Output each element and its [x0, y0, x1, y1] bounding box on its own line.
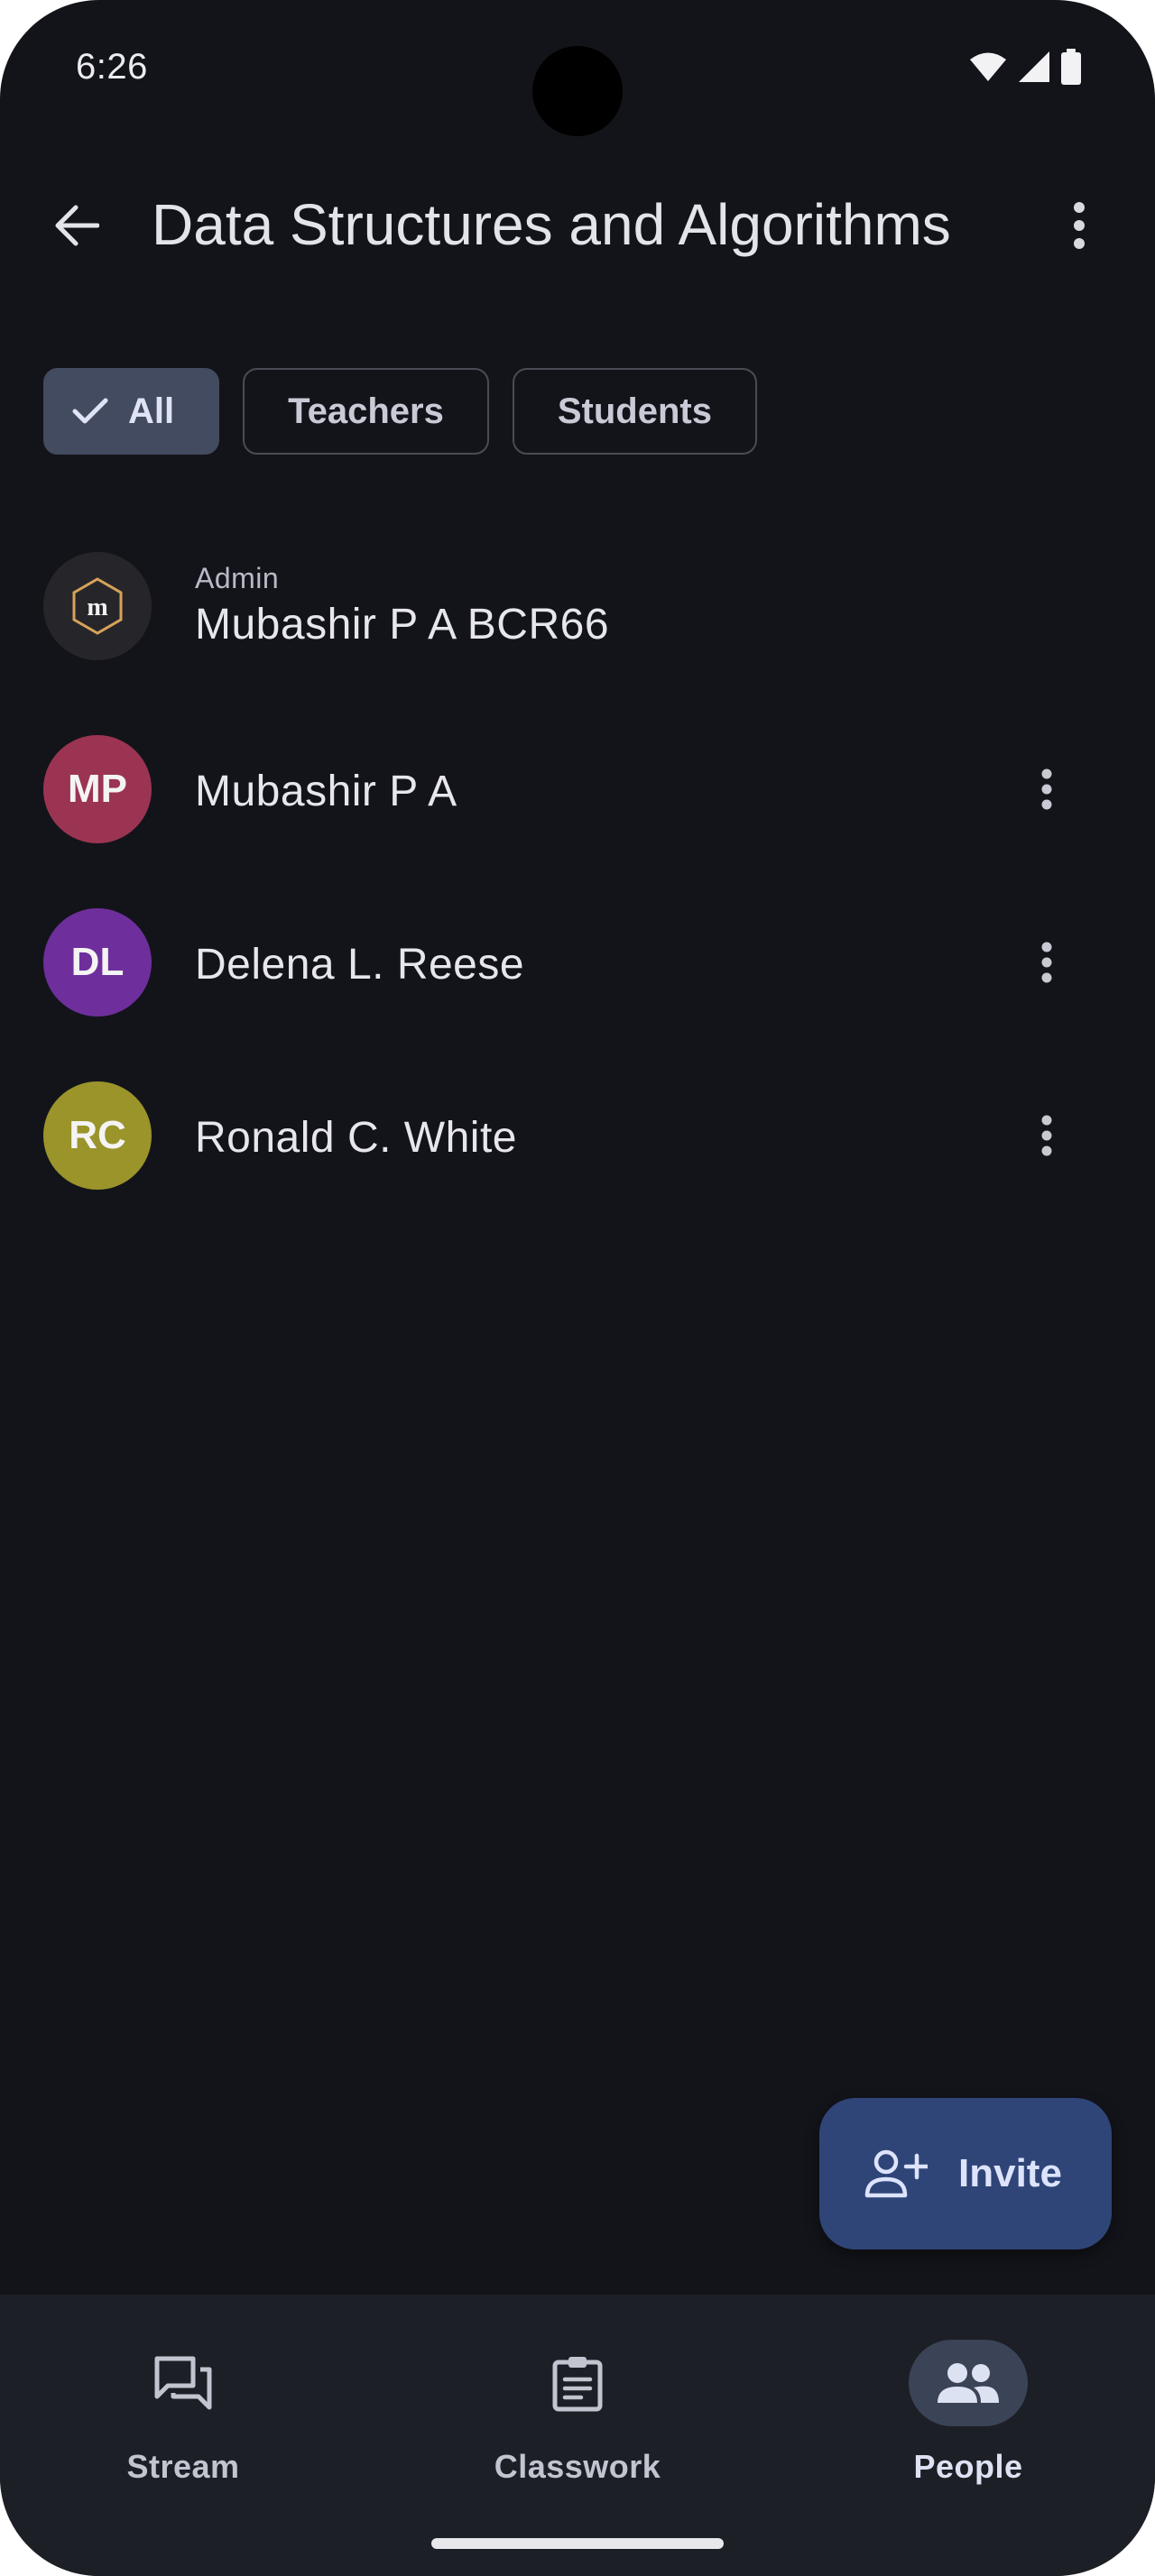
svg-text:m: m: [87, 593, 107, 621]
chip-students[interactable]: Students: [512, 368, 757, 455]
chip-label: Teachers: [288, 391, 444, 431]
person-menu-button[interactable]: [1011, 926, 1083, 998]
nav-label: Classwork: [494, 2448, 661, 2485]
more-options-button[interactable]: [1043, 189, 1115, 262]
person-name: Ronald C. White: [195, 1114, 517, 1162]
nav-indicator: [124, 2340, 243, 2426]
page-title: Data Structures and Algorithms: [152, 192, 951, 257]
person-name: Mubashir P A BCR66: [195, 601, 610, 649]
more-vert-icon: [1041, 768, 1052, 810]
status-icons: [969, 49, 1081, 85]
person-name: Mubashir P A: [195, 768, 457, 815]
nav-item-people[interactable]: People: [833, 2327, 1104, 2489]
nav-item-classwork[interactable]: Classwork: [442, 2327, 713, 2489]
arrow-back-icon: [55, 205, 99, 246]
status-time: 6:26: [76, 47, 148, 87]
person-row[interactable]: DL Delena L. Reese: [0, 895, 1155, 1030]
person-row[interactable]: MP Mubashir P A: [0, 722, 1155, 857]
person-row[interactable]: RC Ronald C. White: [0, 1068, 1155, 1203]
person-add-icon: [864, 2149, 928, 2198]
chip-all[interactable]: All: [43, 368, 220, 455]
home-indicator[interactable]: [431, 2538, 724, 2549]
chip-teachers[interactable]: Teachers: [243, 368, 489, 455]
person-menu-button[interactable]: [1011, 1099, 1083, 1172]
nav-indicator: [518, 2340, 637, 2426]
chip-label: All: [128, 391, 175, 431]
nav-label: Stream: [126, 2448, 240, 2485]
chip-label: Students: [557, 391, 712, 431]
more-vert-icon: [1074, 202, 1085, 249]
more-vert-icon: [1041, 1115, 1052, 1156]
nav-item-stream[interactable]: Stream: [48, 2327, 319, 2489]
person-role: Admin: [195, 562, 280, 594]
filter-chips: All Teachers Students: [43, 368, 757, 455]
app-screen: 6:26 Data Structures and Algorithms All …: [0, 0, 1155, 2576]
avatar: MP: [43, 735, 152, 843]
back-button[interactable]: [40, 189, 112, 262]
person-menu-button[interactable]: [1011, 753, 1083, 825]
invite-label: Invite: [958, 2151, 1062, 2195]
forum-icon: [154, 2356, 212, 2410]
avatar: m: [43, 552, 152, 660]
avatar: DL: [43, 908, 152, 1017]
camera-cutout: [532, 46, 623, 136]
more-vert-icon: [1041, 942, 1052, 983]
wifi-icon: [970, 52, 1006, 81]
person-name: Delena L. Reese: [195, 941, 525, 989]
battery-icon: [1061, 49, 1081, 85]
top-app-bar: Data Structures and Algorithms: [0, 162, 1155, 289]
check-icon: [72, 398, 108, 424]
nav-label: People: [913, 2448, 1023, 2485]
bottom-navigation: Stream Classwork People: [0, 2295, 1155, 2576]
people-icon: [938, 2363, 999, 2403]
status-bar: 6:26: [0, 0, 1155, 136]
nav-indicator: [909, 2340, 1028, 2426]
assignment-icon: [552, 2357, 603, 2412]
invite-button[interactable]: Invite: [819, 2098, 1112, 2249]
avatar: RC: [43, 1081, 152, 1190]
person-row-admin[interactable]: m Admin Mubashir P A BCR66: [0, 538, 1155, 674]
class-logo-icon: m: [72, 577, 123, 635]
signal-icon: [1019, 51, 1049, 82]
